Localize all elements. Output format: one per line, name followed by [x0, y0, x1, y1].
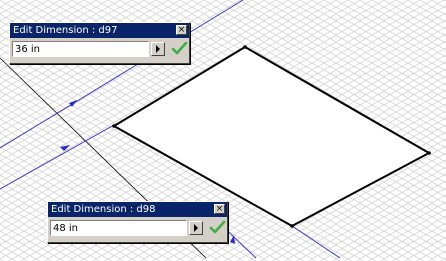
edit-dimension-dialog: Edit Dimension : d97 × [9, 22, 190, 64]
checkmark-icon [209, 220, 226, 234]
dialog-title: Edit Dimension : d98 [51, 204, 156, 215]
sketch-viewport[interactable]: Edit Dimension : d97 × Edit Dimension : … [0, 0, 446, 261]
dimension-value-input[interactable] [50, 220, 187, 236]
dropdown-arrow-icon [156, 45, 160, 53]
close-button[interactable]: × [214, 204, 225, 214]
checkmark-icon [171, 41, 188, 55]
close-button[interactable]: × [176, 25, 187, 35]
close-icon: × [177, 25, 186, 35]
close-icon: × [215, 204, 224, 214]
edit-dimension-dialog: Edit Dimension : d98 × [47, 201, 228, 243]
accept-button[interactable] [171, 40, 188, 57]
sketch-vertex[interactable] [112, 124, 116, 128]
sketch-vertex[interactable] [290, 224, 294, 228]
dialog-title: Edit Dimension : d97 [13, 25, 118, 36]
sketch-vertex[interactable] [243, 45, 247, 49]
sketch-vertex[interactable] [427, 151, 431, 155]
accept-button[interactable] [209, 219, 226, 236]
dimension-options-button[interactable] [189, 221, 203, 235]
dialog-titlebar[interactable]: Edit Dimension : d97 × [10, 23, 189, 38]
dialog-titlebar[interactable]: Edit Dimension : d98 × [48, 202, 227, 217]
dropdown-arrow-icon [194, 224, 198, 232]
dimension-value-input[interactable] [12, 41, 149, 57]
dimension-options-button[interactable] [151, 42, 165, 56]
